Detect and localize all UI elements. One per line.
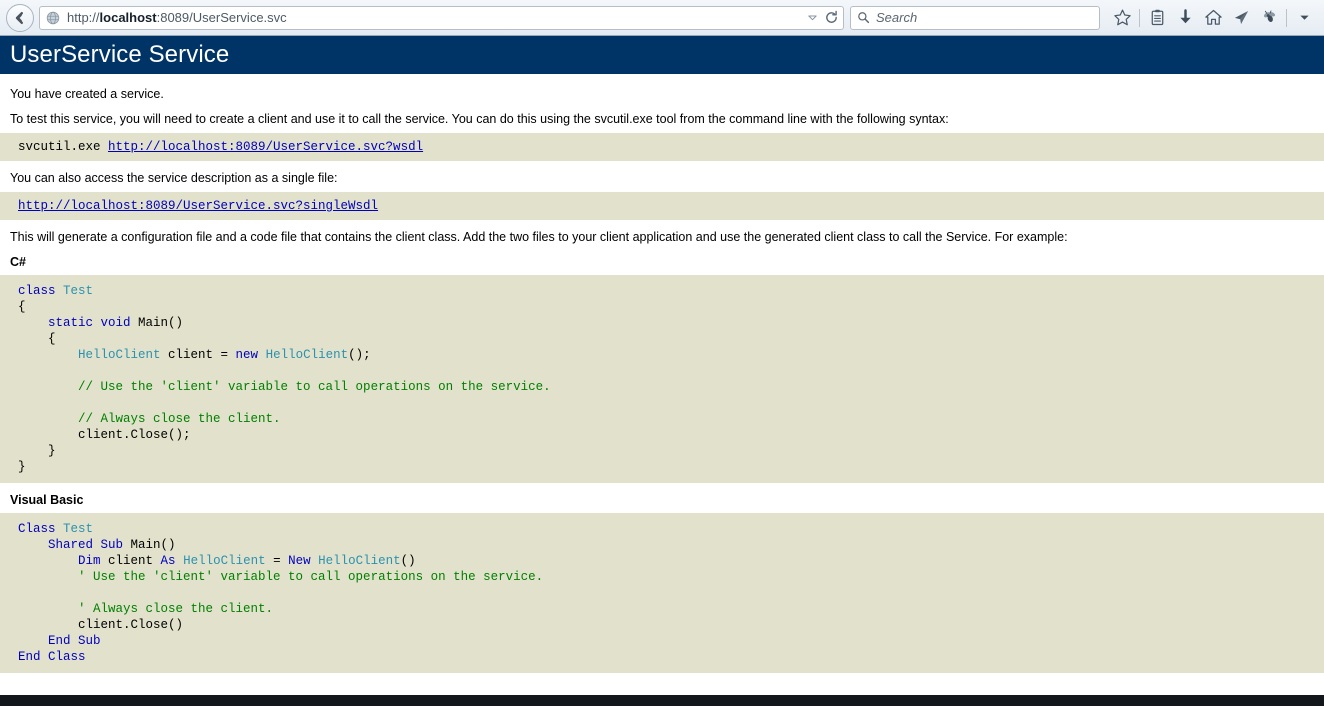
test-instructions-text: To test this service, you will need to c… [10, 112, 949, 126]
history-dropdown-button[interactable] [803, 12, 821, 23]
visualbasic-code-block: Class Test Shared Sub Main() Dim client … [0, 513, 1324, 673]
search-input[interactable] [876, 10, 1093, 25]
back-button[interactable] [6, 3, 34, 32]
code-line: { [18, 332, 56, 346]
visualbasic-label: Visual Basic [10, 493, 84, 507]
code-line: ' Always close the client. [78, 602, 274, 616]
bookmark-star-icon[interactable] [1108, 4, 1136, 32]
csharp-label: C# [10, 255, 26, 269]
browser-toolbar: http://localhost:8089/UserService.svc [0, 0, 1324, 36]
url-text: http://localhost:8089/UserService.svc [67, 7, 803, 29]
singlewsdl-link-block: http://localhost:8089/UserService.svc?si… [0, 192, 1324, 220]
code-line: Class Test [18, 522, 94, 536]
back-arrow-icon [15, 11, 23, 24]
wsdl-link[interactable]: http://localhost:8089/UserService.svc?ws… [108, 140, 423, 154]
code-line: ' Use the 'client' variable to call oper… [78, 570, 544, 584]
address-bar[interactable]: http://localhost:8089/UserService.svc [39, 5, 844, 30]
page-content: You have created a service. To test this… [0, 74, 1324, 673]
library-icon[interactable] [1143, 4, 1171, 32]
bottom-status-bar [0, 695, 1324, 706]
code-line: // Always close the client. [78, 412, 281, 426]
paper-plane-icon[interactable] [1227, 4, 1255, 32]
code-line: Dim client As HelloClient = New HelloCli… [78, 554, 416, 568]
intro-text: You have created a service. [10, 87, 164, 101]
url-scheme: http:// [67, 9, 100, 25]
url-path: :8089/UserService.svc [156, 9, 287, 25]
csharp-code-block: class Test { static void Main() { HelloCl… [0, 275, 1324, 483]
browser-action-icons [1108, 4, 1318, 32]
page-title: UserService Service [10, 41, 230, 68]
download-icon[interactable] [1171, 4, 1199, 32]
code-line: client.Close(); [18, 428, 191, 442]
service-header-banner: UserService Service [0, 36, 1324, 74]
code-line: } [18, 444, 56, 458]
code-line: // Use the 'client' variable to call ope… [78, 380, 551, 394]
code-line: class Test [18, 284, 94, 298]
toolbar-divider [1139, 8, 1140, 27]
code-line: { [18, 300, 26, 314]
single-wsdl-link[interactable]: http://localhost:8089/UserService.svc?si… [18, 199, 378, 213]
code-line: HelloClient client = new HelloClient(); [78, 348, 371, 362]
single-file-note: You can also access the service descript… [10, 171, 338, 185]
search-box[interactable] [850, 5, 1100, 30]
svcutil-command-block: svcutil.exe http://localhost:8089/UserSe… [0, 133, 1324, 161]
toolbar-divider-2 [1286, 8, 1287, 27]
code-line: Shared Sub Main() [48, 538, 176, 552]
reload-button[interactable] [821, 10, 841, 25]
code-line: End Sub [48, 634, 101, 648]
generate-note: This will generate a configuration file … [10, 230, 1068, 244]
code-line: client.Close() [18, 618, 184, 632]
url-host: localhost [99, 9, 157, 25]
reload-icon [825, 10, 837, 23]
code-line: static void Main() [48, 316, 184, 330]
globe-favicon-icon [45, 10, 61, 26]
bug-icon[interactable] [1255, 4, 1283, 32]
svcutil-command-prefix: svcutil.exe [18, 140, 109, 154]
search-icon [857, 11, 870, 24]
code-line: End Class [18, 650, 86, 664]
code-line: } [18, 460, 26, 474]
chevron-down-icon [807, 15, 817, 21]
chevron-down-icon[interactable] [1290, 4, 1318, 32]
home-icon[interactable] [1199, 4, 1227, 32]
